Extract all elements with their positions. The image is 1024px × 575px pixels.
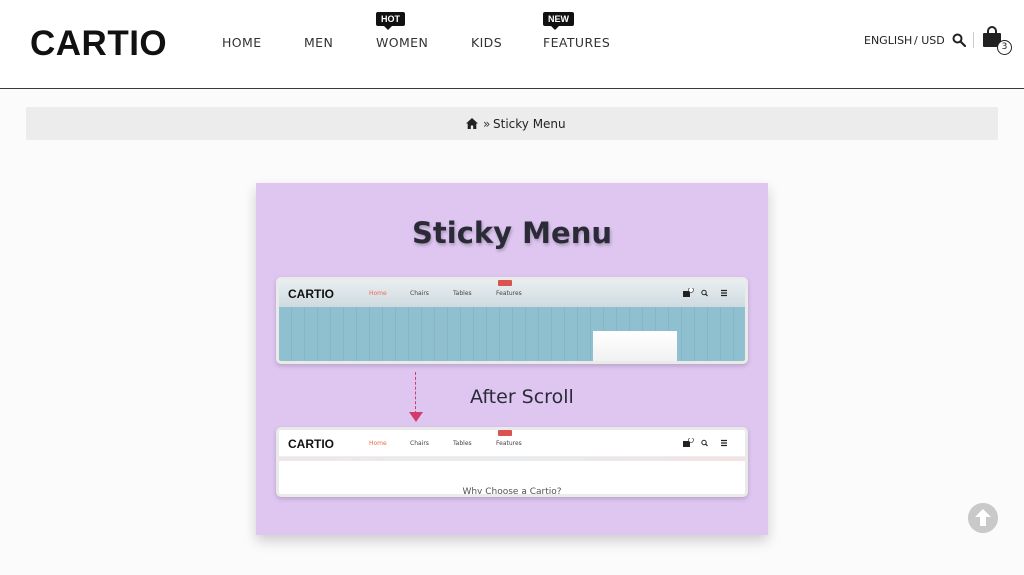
preview-before-scroll: CARTIO Home Chairs Tables Features	[276, 277, 748, 364]
feature-title: Sticky Menu	[412, 216, 612, 250]
breadcrumb-separator: »	[483, 117, 491, 131]
preview-link-features: Features	[496, 290, 522, 297]
preview-header-icons	[683, 288, 727, 297]
preview-logo: CARTIO	[288, 437, 334, 451]
preview-hero-image	[279, 307, 745, 361]
new-badge: NEW	[543, 12, 574, 30]
site-header: CARTIO HOME MEN HOT WOMEN KIDS NEW FEATU…	[0, 0, 1024, 89]
preview-navbar: CARTIO Home Chairs Tables Features	[279, 280, 745, 307]
arrow-up-circle-icon[interactable]	[968, 503, 998, 533]
breadcrumb-current: Sticky Menu	[493, 117, 566, 131]
preview-logo: CARTIO	[288, 287, 334, 301]
nav-home[interactable]: HOME	[222, 35, 262, 50]
nav-features[interactable]: FEATURES	[543, 35, 610, 50]
language-selector[interactable]: ENGLISH	[864, 34, 912, 47]
header-divider	[973, 32, 974, 48]
sticky-menu-feature-card: Sticky Menu CARTIO Home Chairs Tables Fe…	[256, 183, 768, 535]
scroll-arrow-line	[415, 372, 416, 414]
nav-kids[interactable]: KIDS	[471, 35, 502, 50]
hot-badge: HOT	[376, 12, 405, 30]
preview-new-badge	[498, 430, 512, 436]
preview-link-home: Home	[369, 290, 387, 297]
currency-selector[interactable]: / USD	[914, 34, 945, 47]
site-logo[interactable]: CARTIO	[30, 24, 167, 64]
preview-hero-block	[593, 331, 677, 361]
preview-link-tables: Tables	[453, 440, 472, 447]
scroll-arrow-head-icon	[409, 412, 423, 422]
preview-link-home: Home	[369, 440, 387, 447]
preview-caption: Why Choose a Cartio?	[462, 487, 562, 497]
preview-page-content: Why Choose a Cartio?	[279, 457, 745, 494]
nav-women[interactable]: WOMEN	[376, 35, 428, 50]
preview-header-icons	[683, 438, 727, 447]
preview-faded-image	[279, 457, 745, 461]
cart-count-badge: 3	[997, 40, 1012, 55]
preview-link-chairs: Chairs	[410, 440, 429, 447]
preview-after-scroll: CARTIO Home Chairs Tables Features Why C…	[276, 427, 748, 497]
preview-sticky-navbar: CARTIO Home Chairs Tables Features	[279, 430, 745, 457]
nav-men[interactable]: MEN	[304, 35, 333, 50]
home-icon[interactable]	[466, 118, 478, 129]
preview-link-tables: Tables	[453, 290, 472, 297]
after-scroll-label: After Scroll	[470, 386, 574, 408]
preview-link-chairs: Chairs	[410, 290, 429, 297]
search-icon[interactable]	[952, 33, 966, 47]
preview-new-badge	[498, 280, 512, 286]
preview-link-features: Features	[496, 440, 522, 447]
